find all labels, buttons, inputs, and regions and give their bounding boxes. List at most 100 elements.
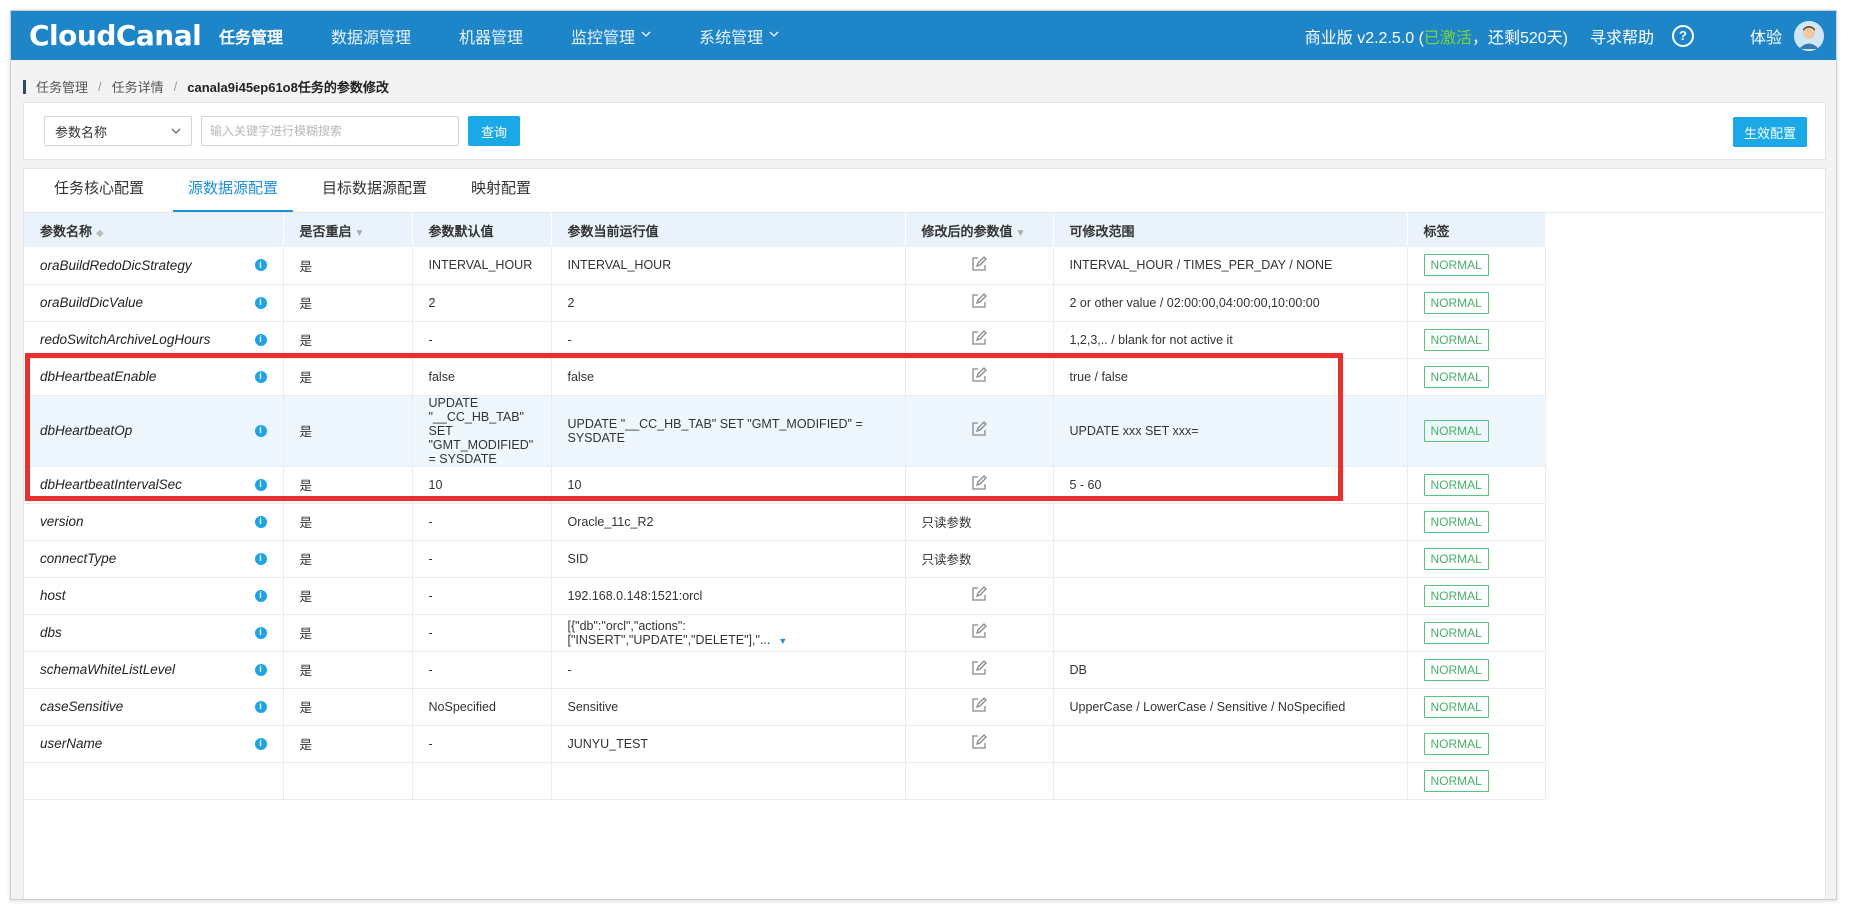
param-default-cell: INTERVAL_HOUR <box>412 247 552 285</box>
status-badge: NORMAL <box>1423 658 1489 681</box>
param-modified-cell[interactable] <box>905 321 1054 359</box>
param-modified-cell[interactable] <box>905 725 1054 763</box>
info-icon[interactable]: i <box>254 515 267 528</box>
info-icon[interactable]: i <box>254 259 267 272</box>
expand-dropdown-icon[interactable]: ▼ <box>778 636 787 646</box>
breadcrumb-item-task-detail[interactable]: 任务详情 <box>112 77 164 96</box>
edit-icon[interactable] <box>971 475 987 494</box>
info-icon[interactable]: i <box>254 626 267 639</box>
nav-item[interactable]: 系统管理 <box>699 24 779 48</box>
info-icon[interactable]: i <box>254 700 267 713</box>
edit-icon[interactable] <box>971 330 987 349</box>
param-name-cell: oraBuildDicValue i <box>24 284 284 322</box>
param-range-cell <box>1053 762 1408 800</box>
param-name-cell: oraBuildRedoDicStrategy i <box>24 247 284 285</box>
question-icon[interactable]: ? <box>1671 24 1694 47</box>
status-badge: NORMAL <box>1423 419 1489 442</box>
filter-icon[interactable]: ▼ <box>1016 228 1026 239</box>
status-badge: NORMAL <box>1423 365 1489 388</box>
table-row: redoSwitchArchiveLogHours i 是 - - 1,2,3,.. / … <box>24 321 1546 359</box>
config-tabs: 任务核心配置 源数据源配置 目标数据源配置 映射配置 <box>24 169 1825 213</box>
param-name-cell: dbs i <box>24 614 284 652</box>
param-restart: 是 <box>299 701 313 715</box>
sort-icon[interactable]: ◆ <box>96 228 104 239</box>
param-default-cell: 10 <box>412 466 552 504</box>
edit-icon[interactable] <box>971 421 987 440</box>
info-icon[interactable]: i <box>254 478 267 491</box>
param-current: SID <box>567 551 589 566</box>
param-default: NoSpecified <box>428 699 496 714</box>
col-modified[interactable]: 修改后的参数值 ▼ <box>905 213 1054 247</box>
param-modified-cell[interactable] <box>905 614 1054 652</box>
tab-item[interactable]: 映射配置 <box>456 177 546 212</box>
search-field-value: 参数名称 <box>55 124 108 140</box>
param-default: - <box>428 662 433 677</box>
nav-item-label: 任务管理 <box>219 29 284 47</box>
param-default-cell: - <box>412 651 552 689</box>
edit-icon[interactable] <box>971 660 987 679</box>
info-icon[interactable]: i <box>254 589 267 602</box>
col-param-name[interactable]: 参数名称 ◆ <box>24 213 284 247</box>
param-modified-cell[interactable] <box>905 247 1054 285</box>
version-info: 商业版 v2.2.5.0 (已激活，还剩520天) <box>1305 24 1568 48</box>
info-icon[interactable]: i <box>254 296 267 309</box>
param-current-cell: Sensitive <box>551 688 906 726</box>
param-tag-cell: NORMAL <box>1407 725 1546 763</box>
apply-config-button[interactable]: 生效配置 <box>1733 117 1807 147</box>
param-current: [{"db":"orcl","actions":["INSERT","UPDAT… <box>567 618 771 647</box>
param-modified-cell[interactable] <box>905 358 1054 396</box>
edit-icon[interactable] <box>971 293 987 312</box>
info-icon[interactable]: i <box>254 663 267 676</box>
param-modified-cell[interactable] <box>905 651 1054 689</box>
breadcrumb-item-tasks[interactable]: 任务管理 <box>36 77 88 96</box>
col-restart[interactable]: 是否重启 ▼ <box>283 213 413 247</box>
param-default-cell: 2 <box>412 284 552 322</box>
param-name-cell: userName i <box>24 725 284 763</box>
param-modified-cell[interactable] <box>905 284 1054 322</box>
param-modified-cell[interactable] <box>905 395 1054 467</box>
param-restart-cell: 是 <box>283 284 413 322</box>
search-input[interactable] <box>201 116 459 146</box>
param-restart: 是 <box>299 590 313 604</box>
search-field-select[interactable]: 参数名称 <box>44 116 192 146</box>
edit-icon[interactable] <box>971 623 987 642</box>
tab-item[interactable]: 任务核心配置 <box>39 177 159 212</box>
tab-item[interactable]: 源数据源配置 <box>173 177 294 212</box>
nav-item[interactable]: 机器管理 <box>459 24 523 48</box>
param-range-cell: INTERVAL_HOUR / TIMES_PER_DAY / NONE <box>1053 247 1408 285</box>
param-default-cell: - <box>412 503 552 541</box>
param-restart: 是 <box>299 371 313 385</box>
edit-icon[interactable] <box>971 586 987 605</box>
tab-item[interactable]: 目标数据源配置 <box>307 177 442 212</box>
param-modified-cell[interactable] <box>905 466 1054 504</box>
nav-item[interactable]: 监控管理 <box>571 24 651 48</box>
nav-item[interactable]: 任务管理 <box>219 24 283 48</box>
info-icon[interactable]: i <box>254 370 267 383</box>
param-name: connectType <box>40 551 117 566</box>
info-icon[interactable]: i <box>254 333 267 346</box>
param-name: oraBuildRedoDicStrategy <box>40 257 192 273</box>
param-name-cell: redoSwitchArchiveLogHours i <box>24 321 284 359</box>
breadcrumb-current: canala9i45ep61o8任务的参数修改 <box>187 80 389 95</box>
help-link[interactable]: 寻求帮助 <box>1590 24 1654 48</box>
info-icon[interactable]: i <box>254 552 267 565</box>
avatar-icon[interactable] <box>1794 20 1824 51</box>
param-restart-cell: 是 <box>283 358 413 396</box>
edit-icon[interactable] <box>971 697 987 716</box>
param-restart-cell: 是 <box>283 247 413 285</box>
param-modified-cell[interactable] <box>905 688 1054 726</box>
param-modified-cell[interactable] <box>905 577 1054 615</box>
user-name[interactable]: 体验 <box>1750 24 1782 48</box>
filter-icon[interactable]: ▼ <box>355 228 365 239</box>
info-icon[interactable]: i <box>254 424 267 437</box>
edit-icon[interactable] <box>971 255 987 275</box>
nav-menu: 任务管理 数据源管理 机器管理 监控管理 系统管理 <box>219 24 827 48</box>
param-current: UPDATE "__CC_HB_TAB" SET "GMT_MODIFIED" … <box>567 416 863 445</box>
edit-icon[interactable] <box>971 734 987 753</box>
info-icon[interactable]: i <box>254 737 267 750</box>
nav-item[interactable]: 数据源管理 <box>331 24 411 48</box>
query-button[interactable]: 查询 <box>468 116 520 146</box>
table-row: dbHeartbeatEnable i 是 false false true / fals… <box>24 358 1546 396</box>
edit-icon[interactable] <box>971 367 987 386</box>
param-current-cell <box>551 762 906 800</box>
